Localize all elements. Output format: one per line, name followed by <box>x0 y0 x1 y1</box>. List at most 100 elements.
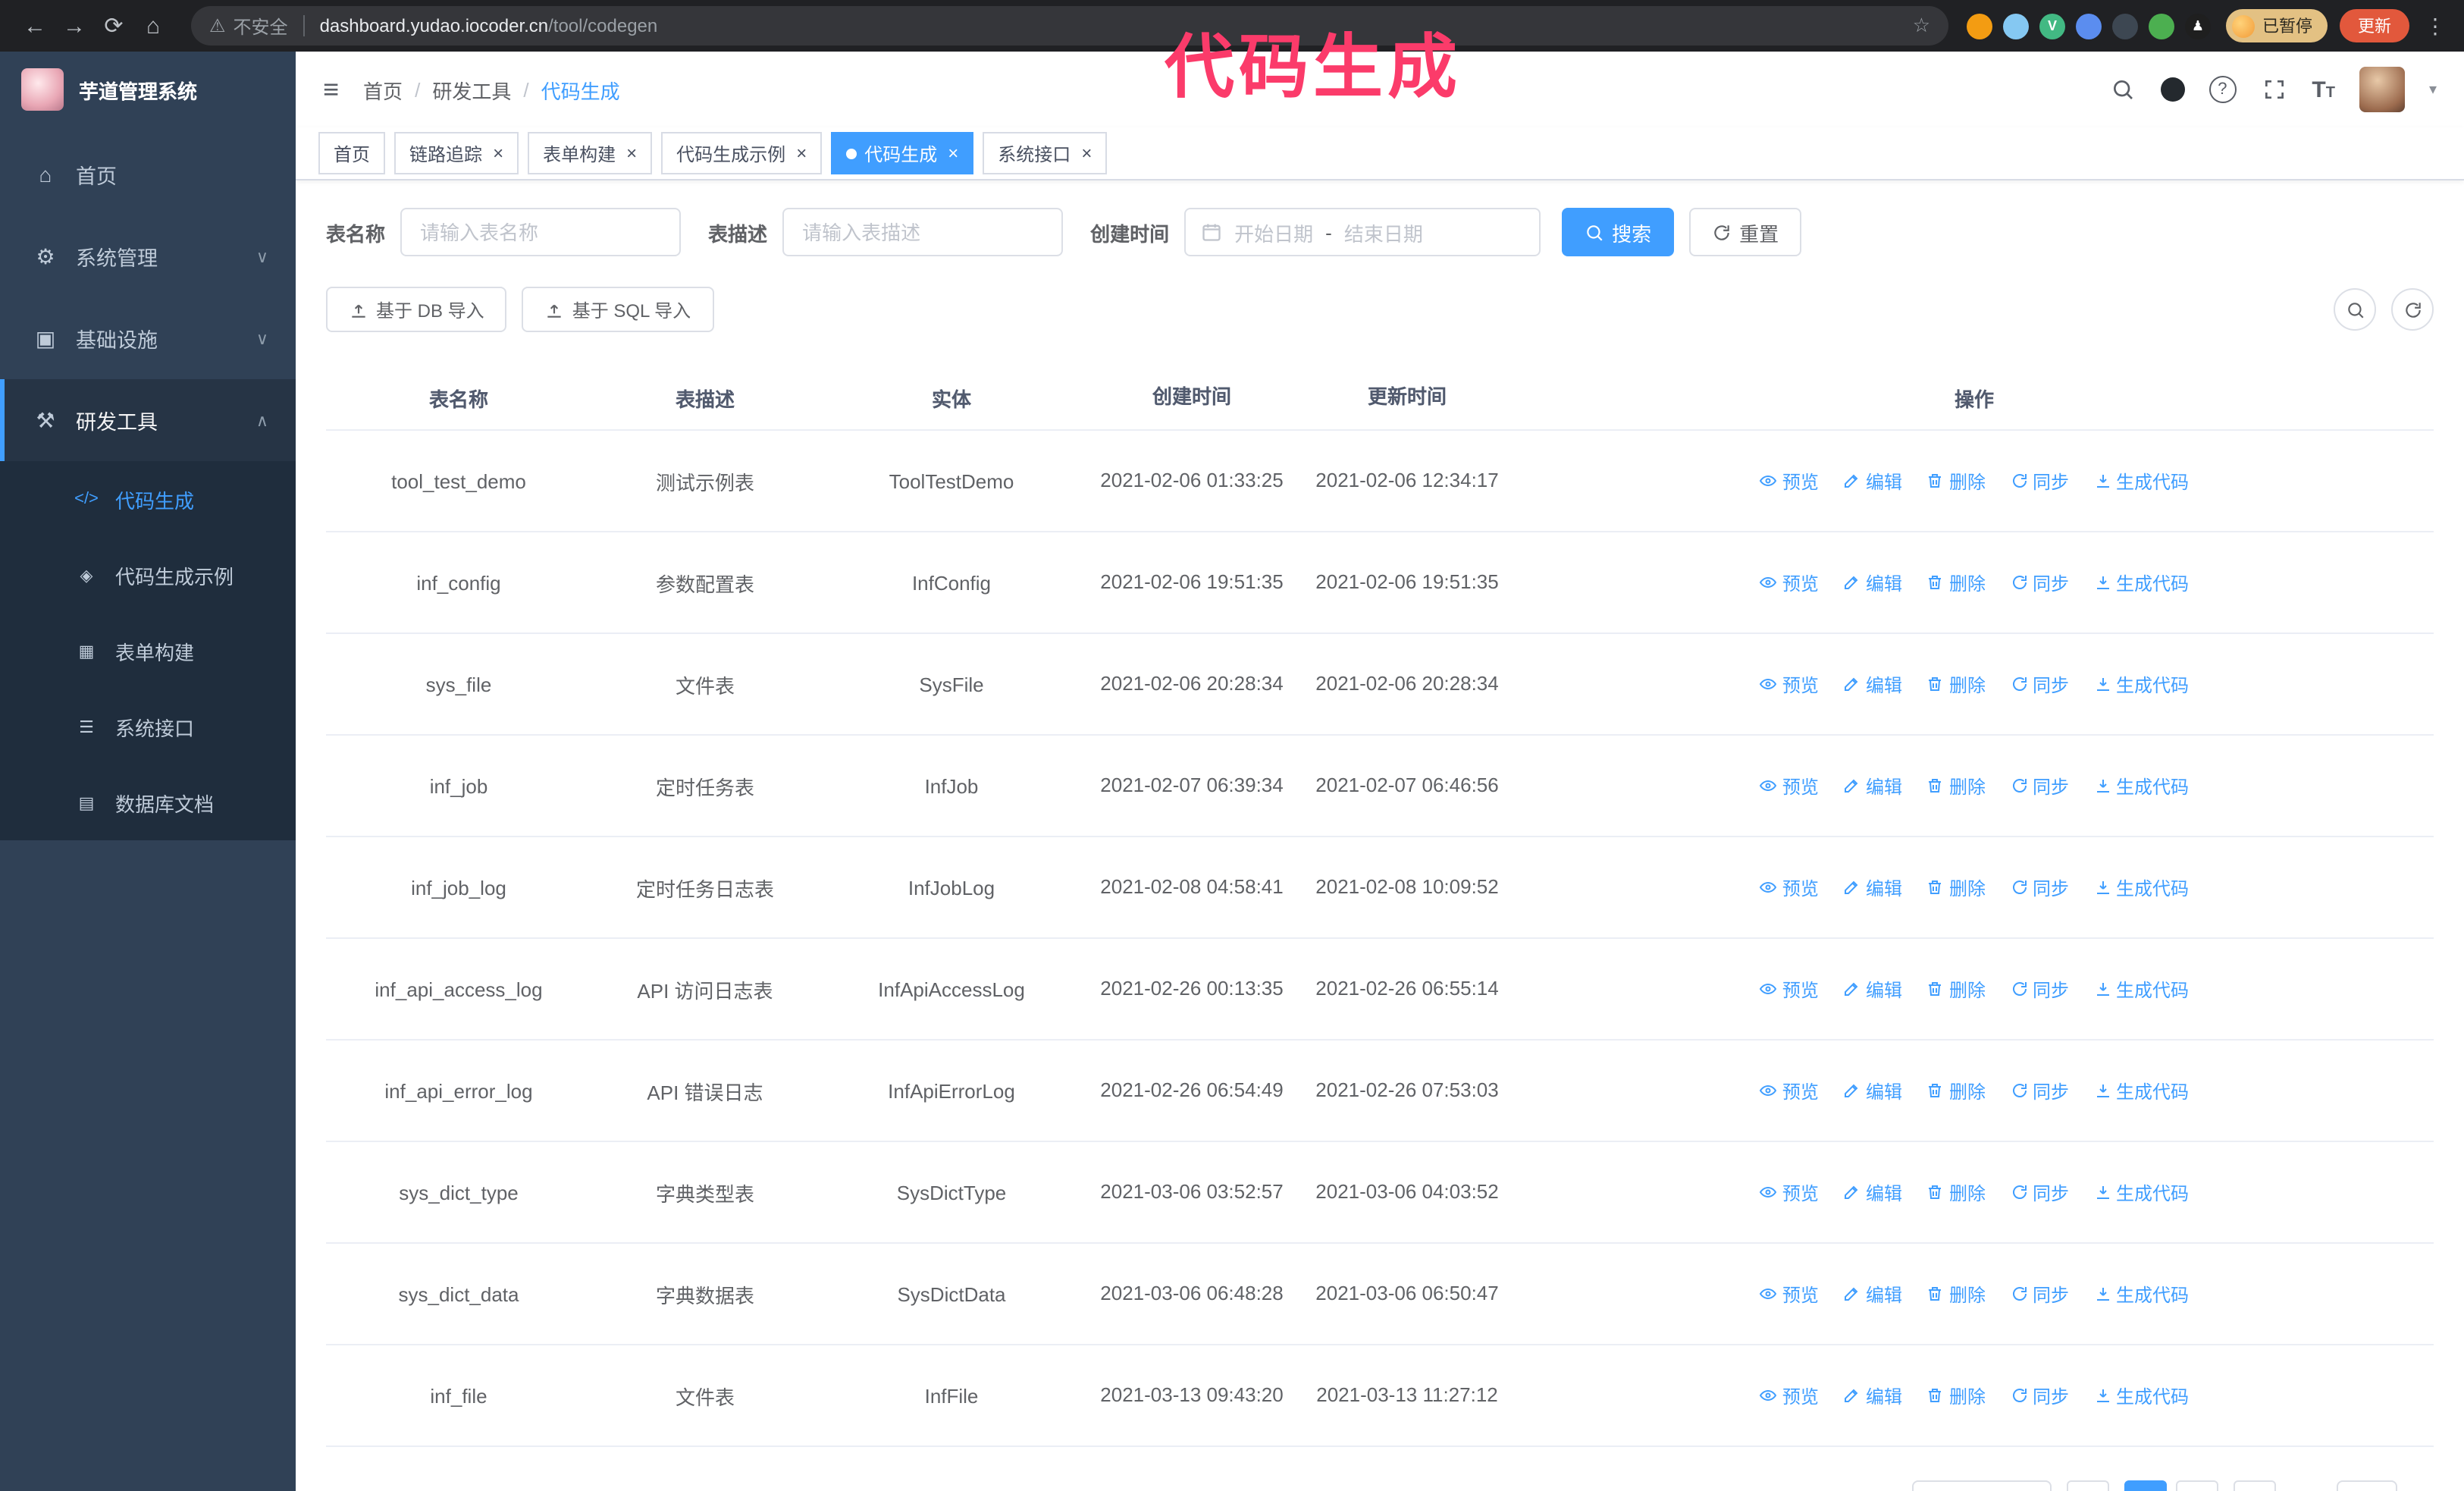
page-button-2[interactable]: 2 <box>2175 1480 2218 1491</box>
toggle-search-button[interactable] <box>2334 288 2376 331</box>
action-edit[interactable]: 编辑 <box>1843 570 1902 595</box>
action-preview[interactable]: 预览 <box>1760 1078 1819 1103</box>
action-preview[interactable]: 预览 <box>1760 468 1819 494</box>
action-delete[interactable]: 删除 <box>1926 773 1986 799</box>
url-text[interactable]: dashboard.yudao.iocoder.cn/tool/codegen <box>320 15 658 36</box>
action-edit[interactable]: 编辑 <box>1843 468 1902 494</box>
action-preview[interactable]: 预览 <box>1760 773 1819 799</box>
action-sync[interactable]: 同步 <box>2010 1179 2069 1205</box>
action-edit[interactable]: 编辑 <box>1843 1281 1902 1307</box>
breadcrumb-dev-tools[interactable]: 研发工具 <box>432 75 511 104</box>
action-edit[interactable]: 编辑 <box>1843 1179 1902 1205</box>
action-delete[interactable]: 删除 <box>1926 671 1986 697</box>
search-icon[interactable] <box>2108 76 2136 103</box>
action-preview[interactable]: 预览 <box>1760 1179 1819 1205</box>
action-delete[interactable]: 删除 <box>1926 1281 1986 1307</box>
action-generate[interactable]: 生成代码 <box>2093 1281 2189 1307</box>
extension-icon-6[interactable] <box>2149 13 2174 39</box>
security-warning-label[interactable]: 不安全 <box>234 13 288 39</box>
sidebar-item-home[interactable]: ⌂ 首页 <box>0 133 296 215</box>
refresh-table-button[interactable] <box>2391 288 2434 331</box>
action-sync[interactable]: 同步 <box>2010 976 2069 1002</box>
reload-button[interactable]: ⟳ <box>94 6 133 46</box>
action-generate[interactable]: 生成代码 <box>2093 468 2189 494</box>
tab-代码生成示例[interactable]: 代码生成示例 × <box>661 132 823 174</box>
action-generate[interactable]: 生成代码 <box>2093 1179 2189 1205</box>
action-generate[interactable]: 生成代码 <box>2093 570 2189 595</box>
action-edit[interactable]: 编辑 <box>1843 874 1902 900</box>
action-delete[interactable]: 删除 <box>1926 1078 1986 1103</box>
extension-icon-3[interactable]: V <box>2039 13 2065 39</box>
reset-button[interactable]: 重置 <box>1689 208 1802 256</box>
back-button[interactable]: ← <box>15 6 55 46</box>
action-sync[interactable]: 同步 <box>2010 468 2069 494</box>
page-size-select[interactable]: 10条/页 ▾ <box>1911 1480 2052 1491</box>
github-icon[interactable] <box>2160 77 2185 102</box>
extension-icon-1[interactable] <box>1967 13 1992 39</box>
sidebar-item-db-docs[interactable]: ▤ 数据库文档 <box>0 764 296 840</box>
action-edit[interactable]: 编辑 <box>1843 1078 1902 1103</box>
action-generate[interactable]: 生成代码 <box>2093 1078 2189 1103</box>
tab-链路追踪[interactable]: 链路追踪 × <box>394 132 519 174</box>
tab-代码生成[interactable]: 代码生成 × <box>831 132 974 174</box>
user-avatar[interactable] <box>2359 67 2405 112</box>
action-edit[interactable]: 编辑 <box>1843 1383 1902 1408</box>
action-edit[interactable]: 编辑 <box>1843 976 1902 1002</box>
tab-close-icon[interactable]: × <box>796 143 807 164</box>
tab-首页[interactable]: 首页 <box>318 132 386 174</box>
tab-系统接口[interactable]: 系统接口 × <box>983 132 1108 174</box>
action-generate[interactable]: 生成代码 <box>2093 671 2189 697</box>
sidebar-item-codegen[interactable]: </> 代码生成 <box>0 461 296 537</box>
action-generate[interactable]: 生成代码 <box>2093 1383 2189 1408</box>
address-bar[interactable]: ⚠ 不安全 dashboard.yudao.iocoder.cn/tool/co… <box>191 6 1948 46</box>
goto-page-input[interactable] <box>2336 1480 2397 1491</box>
sidebar-item-infrastructure[interactable]: ▣ 基础设施 ∨ <box>0 297 296 379</box>
sidebar-item-codegen-example[interactable]: ◈ 代码生成示例 <box>0 537 296 613</box>
extension-icon-2[interactable] <box>2003 13 2029 39</box>
action-preview[interactable]: 预览 <box>1760 1383 1819 1408</box>
font-size-icon[interactable]: TT <box>2312 77 2335 102</box>
date-range-picker[interactable]: 开始日期 - 结束日期 <box>1184 208 1541 256</box>
action-delete[interactable]: 删除 <box>1926 570 1986 595</box>
action-sync[interactable]: 同步 <box>2010 1078 2069 1103</box>
fullscreen-icon[interactable] <box>2260 76 2287 103</box>
action-sync[interactable]: 同步 <box>2010 874 2069 900</box>
sidebar-item-dev-tools[interactable]: ⚒ 研发工具 ∧ <box>0 379 296 461</box>
import-db-button[interactable]: 基于 DB 导入 <box>326 287 507 332</box>
hamburger-icon[interactable]: ≡ <box>323 74 339 105</box>
forward-button[interactable]: → <box>55 6 94 46</box>
extension-icon-4[interactable] <box>2076 13 2102 39</box>
import-sql-button[interactable]: 基于 SQL 导入 <box>522 287 714 332</box>
action-delete[interactable]: 删除 <box>1926 1383 1986 1408</box>
bookmark-star-icon[interactable]: ☆ <box>1913 14 1930 38</box>
chrome-update-button[interactable]: 更新 <box>2340 9 2409 42</box>
action-generate[interactable]: 生成代码 <box>2093 976 2189 1002</box>
tab-close-icon[interactable]: × <box>1081 143 1092 164</box>
action-sync[interactable]: 同步 <box>2010 1281 2069 1307</box>
tab-表单构建[interactable]: 表单构建 × <box>528 132 653 174</box>
action-edit[interactable]: 编辑 <box>1843 773 1902 799</box>
action-sync[interactable]: 同步 <box>2010 1383 2069 1408</box>
profile-chip[interactable]: 已暂停 <box>2226 9 2328 42</box>
action-generate[interactable]: 生成代码 <box>2093 773 2189 799</box>
breadcrumb-home[interactable]: 首页 <box>363 75 403 104</box>
table-name-input[interactable] <box>400 208 682 256</box>
sidebar-item-system-management[interactable]: ⚙ 系统管理 ∨ <box>0 215 296 297</box>
sidebar-item-form-builder[interactable]: ▦ 表单构建 <box>0 613 296 689</box>
tab-close-icon[interactable]: × <box>493 143 503 164</box>
search-button[interactable]: 搜索 <box>1562 208 1675 256</box>
action-preview[interactable]: 预览 <box>1760 570 1819 595</box>
action-delete[interactable]: 删除 <box>1926 874 1986 900</box>
action-edit[interactable]: 编辑 <box>1843 671 1902 697</box>
home-button[interactable]: ⌂ <box>133 6 173 46</box>
tab-close-icon[interactable]: × <box>948 143 958 164</box>
action-sync[interactable]: 同步 <box>2010 570 2069 595</box>
browser-menu-icon[interactable]: ⋮ <box>2422 13 2449 39</box>
action-sync[interactable]: 同步 <box>2010 671 2069 697</box>
tab-close-icon[interactable]: × <box>626 143 637 164</box>
table-desc-input[interactable] <box>782 208 1064 256</box>
action-delete[interactable]: 删除 <box>1926 976 1986 1002</box>
help-icon[interactable]: ? <box>2209 76 2237 103</box>
action-delete[interactable]: 删除 <box>1926 1179 1986 1205</box>
sidebar-item-system-api[interactable]: ☰ 系统接口 <box>0 689 296 764</box>
